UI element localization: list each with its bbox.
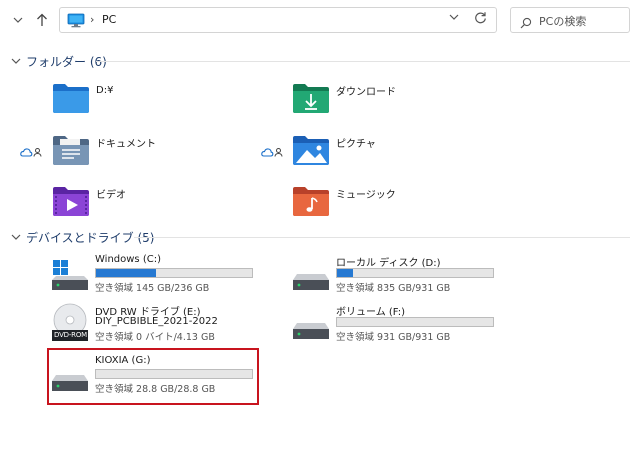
folder-item-pictures[interactable]: ピクチャ <box>292 130 376 170</box>
drive-name: Windows (C:) <box>95 254 161 265</box>
downloads-folder-icon <box>292 81 330 115</box>
free-space-text: 空き領域 145 GB/236 GB <box>95 283 210 294</box>
pc-icon <box>67 13 85 32</box>
dvd-rom-icon-label: DVD-ROM <box>54 331 87 339</box>
capacity-bar-fill <box>337 269 354 277</box>
folder-label: ピクチャ <box>336 138 376 150</box>
folder-item-music[interactable]: ミュージック <box>292 181 396 221</box>
folders-section-title: フォルダー (6) <box>26 54 107 69</box>
drive-name: ローカル ディスク (D:) <box>336 258 441 269</box>
search-input[interactable]: PCの検索 <box>510 7 630 33</box>
folder-label: ドキュメント <box>96 138 156 150</box>
folder-item-documents[interactable]: ドキュメント <box>52 130 156 170</box>
drive-item-f[interactable]: ボリューム (F:) 空き領域 931 GB/931 GB <box>291 303 496 347</box>
disc-label: DIY_PCBIBLE_2021-2022 <box>95 316 218 327</box>
up-arrow-icon[interactable] <box>32 9 52 31</box>
capacity-bar <box>336 268 494 278</box>
chevron-down-icon[interactable] <box>10 55 22 67</box>
drive-item-c[interactable]: Windows (C:) 空き領域 145 GB/236 GB <box>50 254 255 298</box>
chevron-down-icon[interactable] <box>10 231 22 243</box>
breadcrumb-pc[interactable]: PC <box>102 13 116 26</box>
windows-drive-icon <box>50 260 90 296</box>
folder-label: D:¥ <box>96 84 114 96</box>
free-space-text: 空き領域 0 バイト/4.13 GB <box>95 332 215 343</box>
address-row: › PC PCの検索 <box>0 0 640 40</box>
hdd-icon <box>291 260 331 296</box>
refresh-icon[interactable] <box>474 11 487 28</box>
videos-folder-icon <box>52 184 90 218</box>
drives-section-header[interactable]: デバイスとドライブ (5) <box>10 228 154 246</box>
address-history-chevron-icon[interactable] <box>449 12 459 23</box>
dvd-rom-icon: DVD-ROM <box>50 303 90 341</box>
capacity-bar-fill <box>96 269 157 277</box>
folder-label: ビデオ <box>96 189 126 201</box>
folder-icon <box>52 81 90 115</box>
drive-item-d[interactable]: ローカル ディスク (D:) 空き領域 835 GB/931 GB <box>291 254 496 298</box>
music-folder-icon <box>292 184 330 218</box>
folders-section-header[interactable]: フォルダー (6) <box>10 52 107 70</box>
capacity-bar <box>95 268 253 278</box>
recent-locations-chevron-icon[interactable] <box>8 9 28 31</box>
free-space-text: 空き領域 931 GB/931 GB <box>336 332 451 343</box>
section-divider <box>134 237 630 238</box>
highlight-box <box>47 348 259 405</box>
hdd-icon <box>291 309 331 345</box>
pictures-folder-icon <box>292 133 330 167</box>
folder-item-videos[interactable]: ビデオ <box>52 181 126 221</box>
search-icon <box>520 14 532 33</box>
drive-name: ボリューム (F:) <box>336 307 406 318</box>
breadcrumb-separator-icon: › <box>90 13 95 26</box>
cloud-sync-icon <box>20 143 46 157</box>
folder-label: ダウンロード <box>336 86 396 98</box>
section-divider <box>96 61 630 62</box>
search-placeholder: PCの検索 <box>539 15 587 28</box>
address-bar[interactable]: › PC <box>59 7 497 33</box>
drive-item-e[interactable]: DVD-ROM DVD RW ドライブ (E:) DIY_PCBIBLE_202… <box>50 303 255 347</box>
cloud-sync-icon <box>261 143 287 157</box>
folder-item-d-drive[interactable]: D:¥ <box>52 78 113 118</box>
folder-item-downloads[interactable]: ダウンロード <box>292 78 396 118</box>
capacity-bar <box>336 317 494 327</box>
folder-label: ミュージック <box>336 189 396 201</box>
documents-folder-icon <box>52 133 90 167</box>
free-space-text: 空き領域 835 GB/931 GB <box>336 283 451 294</box>
